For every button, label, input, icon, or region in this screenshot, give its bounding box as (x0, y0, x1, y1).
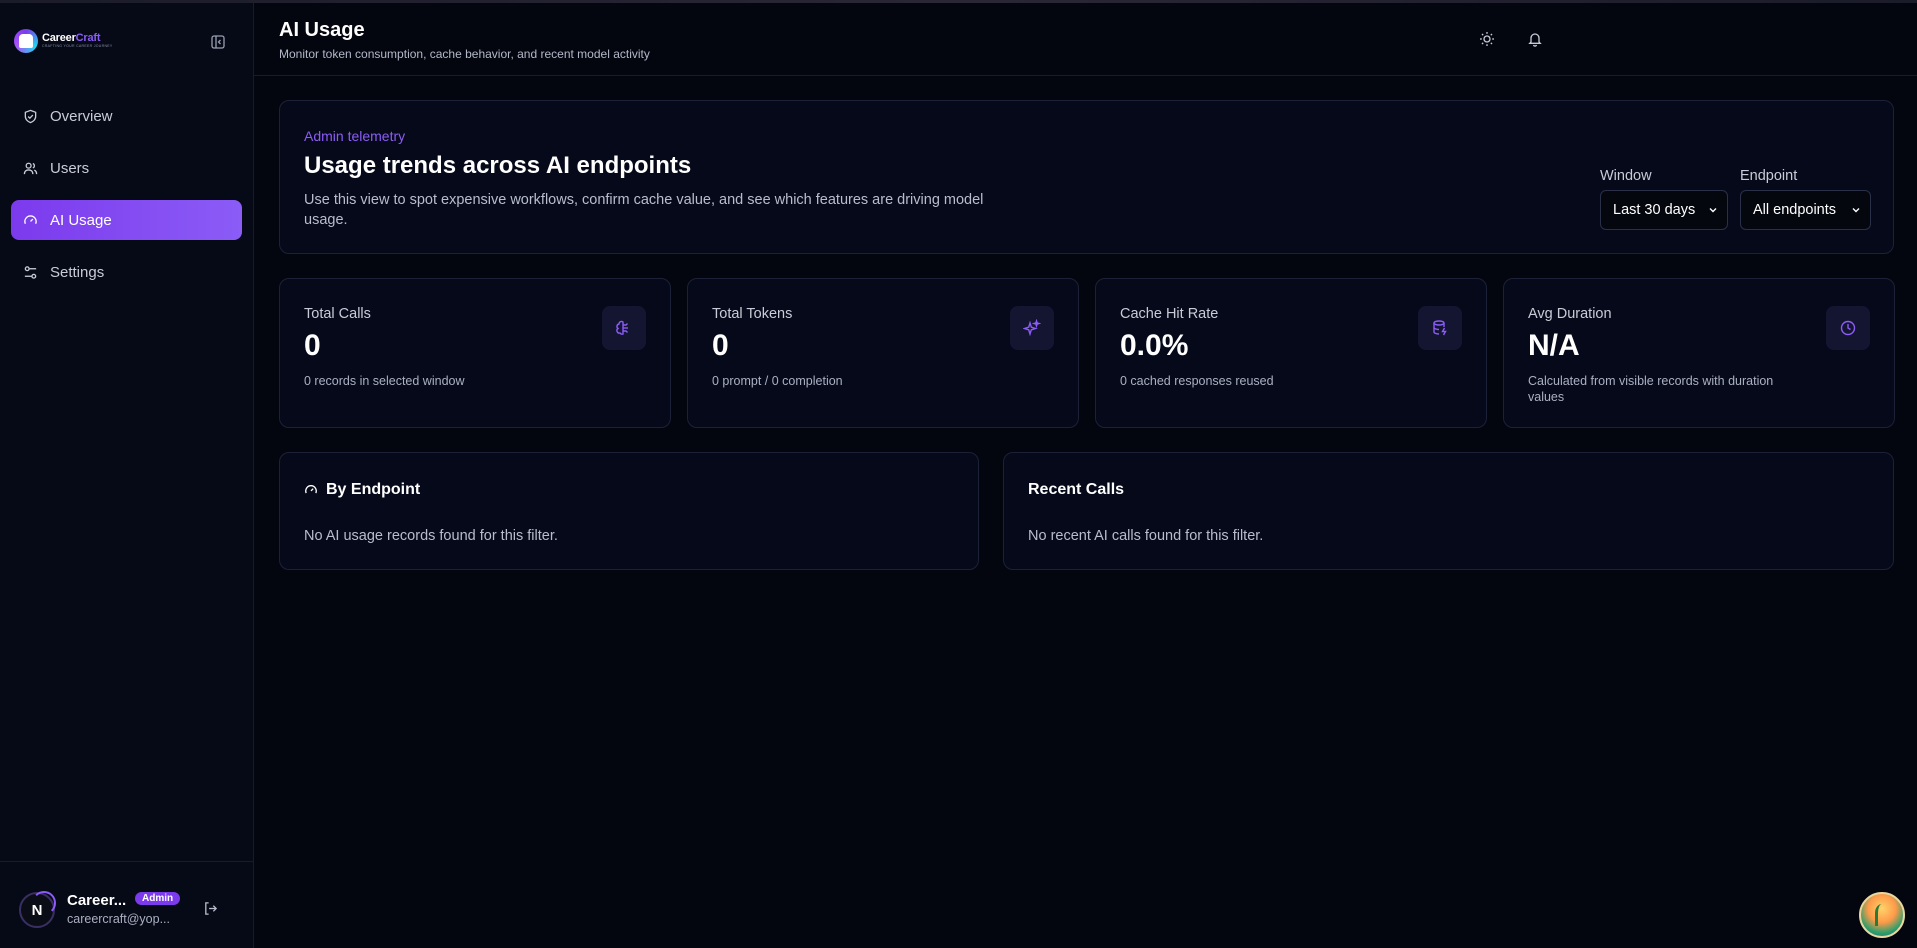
log-out-icon (204, 901, 217, 915)
empty-state-message: No recent AI calls found for this filter… (1028, 528, 1264, 544)
stat-label: Total Calls (304, 306, 371, 322)
stat-card-avg-duration: Avg Duration N/A Calculated from visible… (1503, 278, 1895, 428)
stat-value: 0 (712, 329, 729, 362)
chevron-down-icon (1852, 208, 1860, 213)
endpoint-filter-label: Endpoint (1740, 168, 1798, 184)
eyebrow-label: Admin telemetry (304, 128, 406, 144)
notifications-button[interactable] (1524, 28, 1546, 50)
user-email: careercraft@yop... (67, 912, 171, 926)
stat-value: 0.0% (1120, 329, 1189, 362)
users-icon (23, 162, 38, 174)
stat-label: Avg Duration (1528, 306, 1612, 322)
gauge-icon (24, 214, 37, 224)
page-subtitle: Monitor token consumption, cache behavio… (279, 47, 650, 61)
window-select-value: Last 30 days (1613, 202, 1696, 218)
brain-icon (602, 306, 646, 350)
sidebar-item-overview[interactable]: Overview (11, 96, 242, 136)
sidebar-item-label: Settings (50, 263, 105, 281)
sidebar-nav: Overview Users AI Usage Settings (11, 96, 242, 304)
bell-icon (1528, 33, 1542, 47)
recent-calls-panel: Recent Calls No recent AI calls found fo… (1003, 452, 1894, 570)
stat-label: Cache Hit Rate (1120, 306, 1219, 322)
sidebar-item-users[interactable]: Users (11, 148, 242, 188)
assistant-launcher-button[interactable] (1859, 892, 1905, 938)
role-badge: Admin (135, 892, 181, 905)
stat-note: 0 prompt / 0 completion (712, 374, 843, 388)
stat-note: 0 cached responses reused (1120, 374, 1274, 388)
brand-tagline: CRAFTING YOUR CAREER JOURNEY (42, 44, 113, 49)
logo-icon (14, 29, 38, 53)
shield-check-icon (24, 109, 37, 123)
sidebar: CareerCraft CRAFTING YOUR CAREER JOURNEY… (0, 3, 254, 948)
section-description: Use this view to spot expensive workflow… (304, 192, 984, 228)
sidebar-item-label: AI Usage (50, 211, 112, 229)
sliders-icon (24, 265, 37, 279)
endpoint-filter: Endpoint All endpoints (1740, 168, 1871, 230)
stat-card-cache-hit-rate: Cache Hit Rate 0.0% 0 cached responses r… (1095, 278, 1487, 428)
stat-note: 0 records in selected window (304, 374, 465, 388)
sun-icon (1480, 32, 1494, 46)
page-header: AI Usage Monitor token consumption, cach… (254, 3, 1917, 76)
user-name: Career... (67, 892, 127, 909)
section-title: Usage trends across AI endpoints (304, 152, 692, 179)
window-filter: Window Last 30 days (1600, 168, 1728, 230)
endpoint-select[interactable]: All endpoints (1740, 190, 1871, 230)
sidebar-item-label: Users (50, 159, 90, 177)
window-filter-label: Window (1600, 168, 1652, 184)
sidebar-item-label: Overview (50, 107, 113, 125)
sidebar-item-settings[interactable]: Settings (11, 252, 242, 292)
panel-title: By Endpoint (304, 481, 420, 499)
page-title: AI Usage (279, 19, 365, 41)
collapse-sidebar-button[interactable] (208, 32, 228, 52)
stat-card-total-calls: Total Calls 0 0 records in selected wind… (279, 278, 671, 428)
panel-title: Recent Calls (1028, 481, 1125, 498)
telemetry-summary-panel: Admin telemetry Usage trends across AI e… (279, 100, 1894, 254)
empty-state-message: No AI usage records found for this filte… (304, 528, 558, 544)
gauge-icon (305, 485, 317, 494)
database-zap-icon (1418, 306, 1462, 350)
chevron-down-icon (1709, 208, 1717, 213)
endpoint-select-value: All endpoints (1753, 202, 1837, 218)
stat-label: Total Tokens (712, 306, 793, 322)
theme-toggle-button[interactable] (1476, 28, 1498, 50)
stat-value: N/A (1528, 329, 1580, 362)
clock-icon (1826, 306, 1870, 350)
by-endpoint-panel: By Endpoint No AI usage records found fo… (279, 452, 979, 570)
stat-card-total-tokens: Total Tokens 0 0 prompt / 0 completion (687, 278, 1079, 428)
sidebar-item-ai-usage[interactable]: AI Usage (11, 200, 242, 240)
window-select[interactable]: Last 30 days (1600, 190, 1728, 230)
panel-left-icon (211, 35, 225, 49)
avatar[interactable]: N (19, 891, 56, 928)
brand-logo[interactable]: CareerCraft CRAFTING YOUR CAREER JOURNEY (14, 28, 113, 54)
brand-name: CareerCraft (42, 32, 101, 45)
stat-value: 0 (304, 329, 321, 362)
stat-note: Calculated from visible records with dur… (1528, 374, 1774, 404)
sparkles-icon (1010, 306, 1054, 350)
user-profile-card: N Career... Admin careercraft@yop... (0, 861, 254, 948)
logout-button[interactable] (200, 898, 220, 918)
